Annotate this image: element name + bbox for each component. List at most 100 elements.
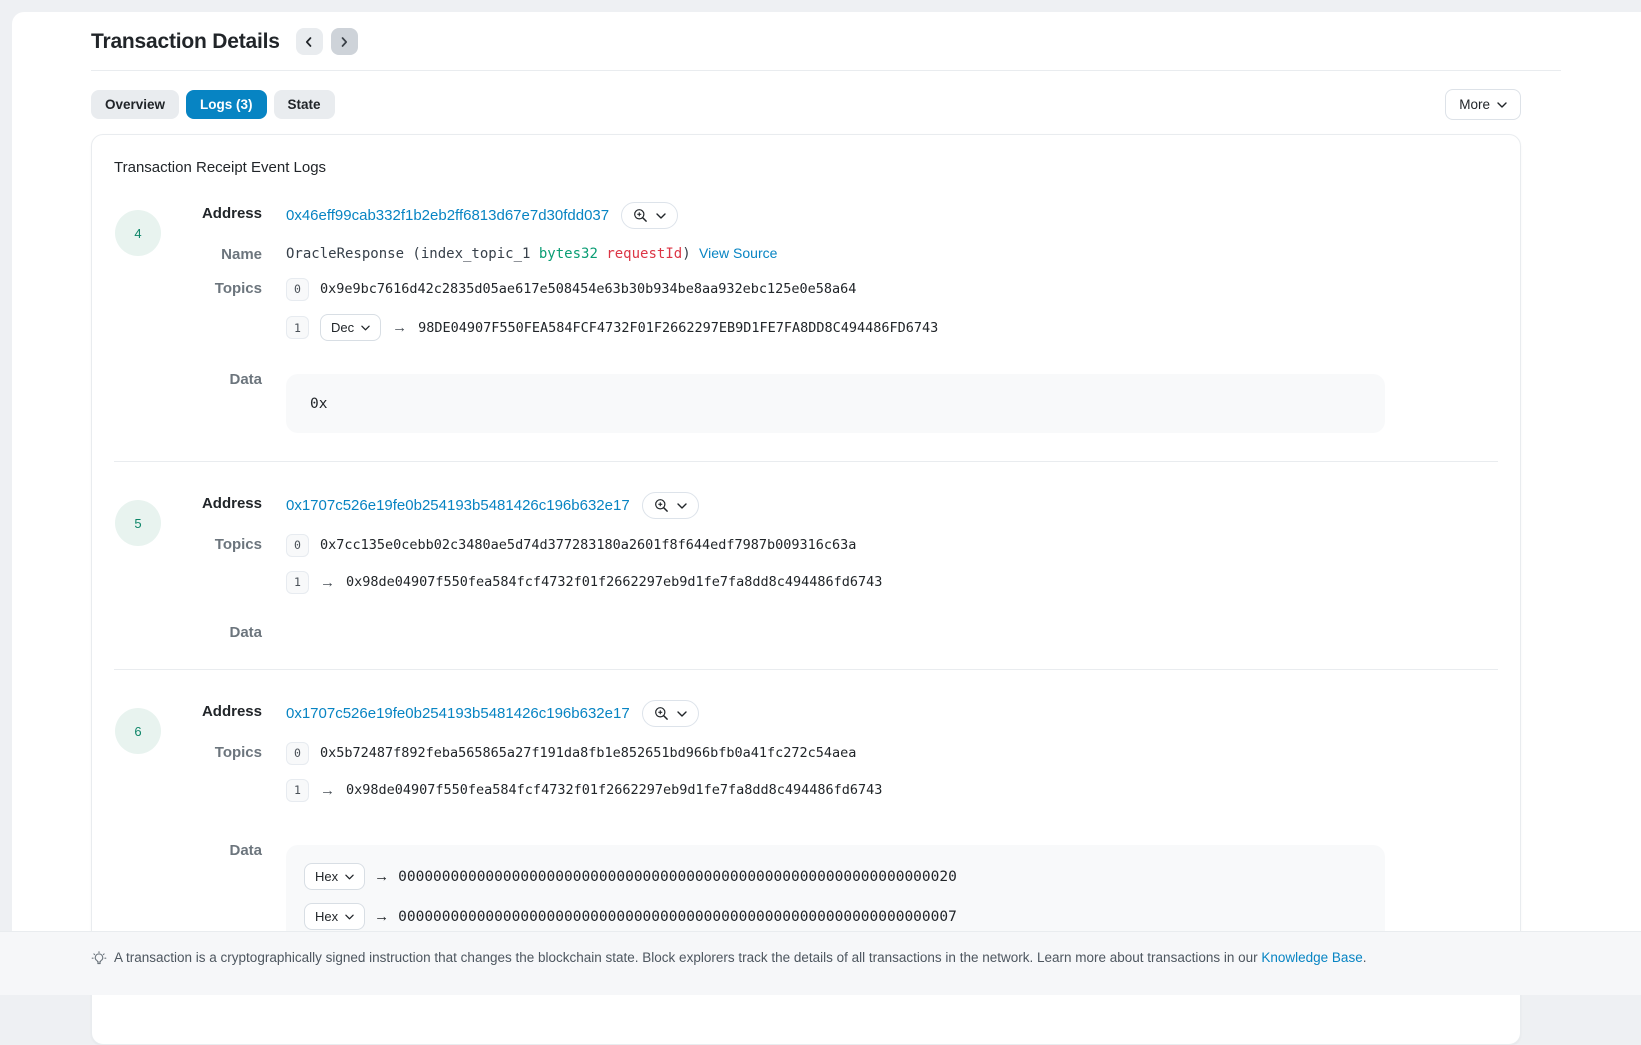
format-label: Hex	[315, 909, 338, 924]
topics-label: Topics	[170, 533, 262, 553]
topic-format-dropdown[interactable]: Dec	[320, 314, 381, 341]
data-box: 0x	[286, 374, 1385, 433]
topic-item: 0 0x5b72487f892feba565865a27f191da8fb1e8…	[286, 741, 1498, 765]
event-logs-card: Transaction Receipt Event Logs 4 Address…	[91, 134, 1521, 1045]
next-transaction-button[interactable]	[331, 28, 358, 55]
topic-index-badge: 0	[286, 534, 309, 557]
page-title: Transaction Details	[91, 30, 280, 54]
arrow-right-icon: →	[374, 908, 389, 925]
topic-item: 1 → 0x98de04907f550fea584fcf4732f01f2662…	[286, 570, 1498, 594]
magnifier-plus-icon	[654, 498, 669, 513]
topics-row: Topics 0 0x7cc135e0cebb02c3480ae5d74d377…	[170, 533, 1498, 607]
tab-state[interactable]: State	[274, 90, 335, 119]
card-title: Transaction Receipt Event Logs	[114, 159, 1498, 176]
more-dropdown-button[interactable]: More	[1445, 89, 1521, 120]
data-word-value: 0000000000000000000000000000000000000000…	[398, 909, 957, 925]
data-value: 0x	[310, 396, 327, 412]
data-word-value: 0000000000000000000000000000000000000000…	[398, 869, 957, 885]
main-page: Transaction Details Overview Logs (3) St…	[12, 12, 1641, 931]
chevron-down-icon	[345, 914, 354, 920]
log-divider	[114, 669, 1498, 670]
chevron-down-icon	[1497, 102, 1507, 108]
event-param-type: bytes32	[539, 246, 598, 262]
knowledge-base-link[interactable]: Knowledge Base	[1261, 950, 1362, 965]
format-label: Dec	[331, 320, 354, 335]
arrow-right-icon: →	[392, 319, 407, 336]
topic-index-badge: 1	[286, 571, 309, 594]
data-format-dropdown[interactable]: Hex	[304, 903, 365, 930]
topic-index-badge: 1	[286, 316, 309, 339]
data-label: Data	[170, 368, 262, 388]
address-row: Address 0x1707c526e19fe0b254193b5481426c…	[170, 700, 1498, 727]
topic-index-badge: 1	[286, 779, 309, 802]
data-format-dropdown[interactable]: Hex	[304, 863, 365, 890]
address-label: Address	[170, 492, 262, 512]
chevron-left-icon	[303, 36, 315, 48]
log-entry-5: 5 Address 0x1707c526e19fe0b254193b548142…	[114, 492, 1498, 641]
page-header: Transaction Details	[91, 28, 1521, 55]
address-link[interactable]: 0x1707c526e19fe0b254193b5481426c196b632e…	[286, 497, 630, 514]
topic-value: 98DE04907F550FEA584FCF4732F01F2662297EB9…	[418, 320, 938, 336]
address-label: Address	[170, 700, 262, 720]
data-label: Data	[170, 621, 262, 641]
arrow-right-icon: →	[320, 574, 335, 591]
topic-value: 0x5b72487f892feba565865a27f191da8fb1e852…	[320, 745, 856, 761]
lightbulb-icon	[91, 950, 107, 967]
topics-label: Topics	[170, 741, 262, 761]
topic-value: 0x98de04907f550fea584fcf4732f01f2662297e…	[346, 574, 882, 590]
data-label: Data	[170, 839, 262, 859]
prev-transaction-button[interactable]	[296, 28, 323, 55]
address-label: Address	[170, 202, 262, 222]
address-zoom-dropdown-button[interactable]	[642, 492, 699, 519]
topic-item: 0 0x9e9bc7616d42c2835d05ae617e508454e63b…	[286, 277, 1498, 301]
address-link[interactable]: 0x46eff99cab332f1b2eb2ff6813d67e7d30fdd0…	[286, 207, 609, 224]
more-label: More	[1459, 97, 1490, 112]
topic-index-badge: 0	[286, 742, 309, 765]
footer-tip: A transaction is a cryptographically sig…	[0, 931, 1641, 995]
header-divider	[91, 70, 1561, 71]
log-entry-4: 4 Address 0x46eff99cab332f1b2eb2ff6813d6…	[114, 202, 1498, 433]
event-name-suffix: )	[682, 246, 699, 262]
topic-item: 1 → 0x98de04907f550fea584fcf4732f01f2662…	[286, 778, 1498, 802]
log-index-badge: 4	[115, 210, 161, 256]
data-row: Data 0x	[170, 368, 1498, 433]
topic-value: 0x98de04907f550fea584fcf4732f01f2662297e…	[346, 782, 882, 798]
chevron-down-icon	[361, 325, 370, 331]
magnifier-plus-icon	[633, 208, 648, 223]
chevron-down-icon	[656, 213, 666, 219]
tab-logs[interactable]: Logs (3)	[186, 90, 267, 119]
chevron-right-icon	[338, 36, 350, 48]
topic-value: 0x7cc135e0cebb02c3480ae5d74d377283180a26…	[320, 537, 856, 553]
footer-text: A transaction is a cryptographically sig…	[114, 950, 1366, 965]
name-label: Name	[170, 243, 262, 263]
topic-item: 0 0x7cc135e0cebb02c3480ae5d74d377283180a…	[286, 533, 1498, 557]
view-source-link[interactable]: View Source	[699, 245, 777, 261]
topic-item: 1 Dec → 98DE04907F550FEA584FCF4732F01F26…	[286, 314, 1498, 341]
magnifier-plus-icon	[654, 706, 669, 721]
address-row: Address 0x1707c526e19fe0b254193b5481426c…	[170, 492, 1498, 519]
event-name-prefix: OracleResponse (index_topic_1	[286, 246, 539, 262]
name-row: Name OracleResponse (index_topic_1 bytes…	[170, 243, 1498, 263]
topics-label: Topics	[170, 277, 262, 297]
topics-row: Topics 0 0x9e9bc7616d42c2835d05ae617e508…	[170, 277, 1498, 354]
log-divider	[114, 461, 1498, 462]
tabs-bar: Overview Logs (3) State More	[91, 89, 1521, 120]
address-zoom-dropdown-button[interactable]	[642, 700, 699, 727]
log-index-badge: 5	[115, 500, 161, 546]
address-link[interactable]: 0x1707c526e19fe0b254193b5481426c196b632e…	[286, 705, 630, 722]
data-word-row: Hex → 0000000000000000000000000000000000…	[304, 903, 1367, 930]
chevron-down-icon	[677, 503, 687, 509]
topics-row: Topics 0 0x5b72487f892feba565865a27f191d…	[170, 741, 1498, 815]
topic-index-badge: 0	[286, 278, 309, 301]
topic-value: 0x9e9bc7616d42c2835d05ae617e508454e63b30…	[320, 281, 856, 297]
address-row: Address 0x46eff99cab332f1b2eb2ff6813d67e…	[170, 202, 1498, 229]
format-label: Hex	[315, 869, 338, 884]
arrow-right-icon: →	[374, 868, 389, 885]
tab-overview[interactable]: Overview	[91, 90, 179, 119]
address-zoom-dropdown-button[interactable]	[621, 202, 678, 229]
chevron-down-icon	[345, 874, 354, 880]
log-index-badge: 6	[115, 708, 161, 754]
event-param-name: requestId	[598, 246, 682, 262]
data-row: Data	[170, 621, 1498, 641]
data-word-row: Hex → 0000000000000000000000000000000000…	[304, 863, 1367, 890]
